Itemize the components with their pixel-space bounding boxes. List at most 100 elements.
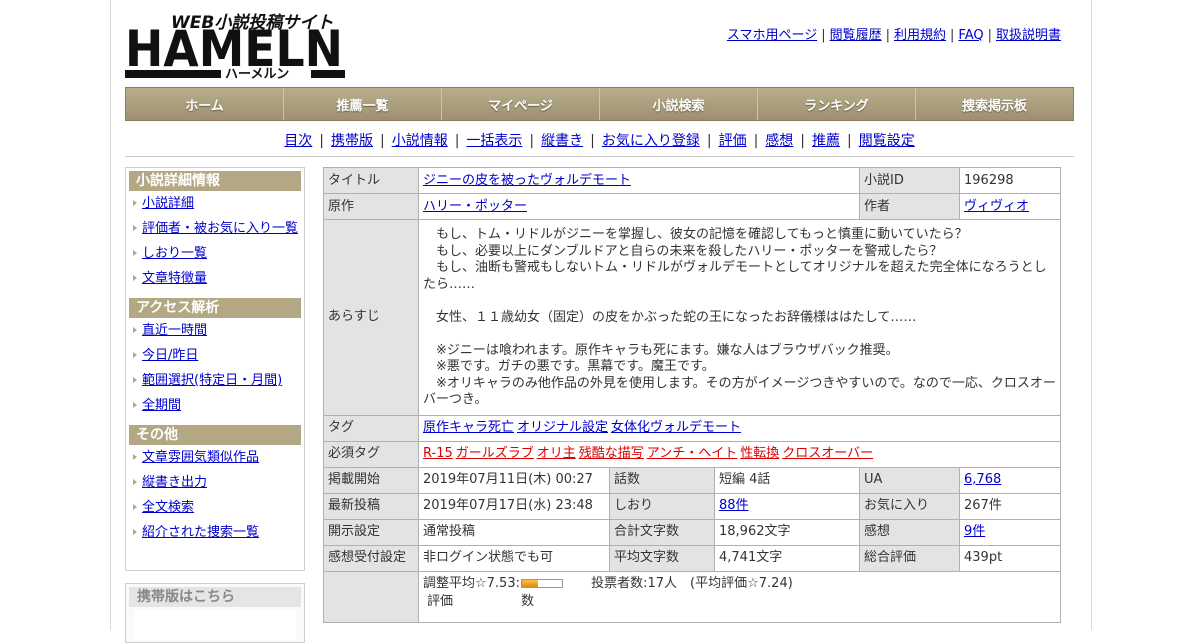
label-novel-id: 小説ID: [859, 167, 961, 194]
label-bookmark: しおり: [609, 492, 715, 520]
label-avg-chars: 平均文字数: [609, 544, 715, 572]
label-release: 開示設定: [323, 518, 419, 546]
voter-count: 投票者数:17人 (平均評価☆7.24): [591, 575, 793, 591]
sidebar-item-search-list[interactable]: 紹介された捜索一覧: [126, 520, 304, 545]
required-tag-link[interactable]: クロスオーバー: [782, 446, 873, 461]
subnav-settings[interactable]: 閲覧設定: [859, 133, 915, 149]
sidebar-heading-other: その他: [129, 425, 301, 445]
release-setting: 通常投稿: [418, 518, 610, 546]
mobile-heading: 携帯版はこちら: [129, 587, 301, 607]
subnav-favorite[interactable]: お気に入り登録: [602, 133, 700, 149]
required-tag-link[interactable]: オリ主: [537, 446, 576, 461]
tag-link[interactable]: オリジナル設定: [517, 420, 608, 435]
comments-link[interactable]: 9件: [964, 524, 985, 539]
hameln-logo[interactable]: WEB小説投稿サイト HAMELN ハーメルン: [125, 8, 345, 80]
sidebar-item-range[interactable]: 範囲選択(特定日・月間): [126, 368, 304, 393]
original-work-link[interactable]: ハリー・ポッター: [423, 199, 527, 214]
mobile-box: 携帯版はこちら: [125, 583, 305, 643]
rating-bar-fill: [521, 579, 538, 587]
subnav-vertical[interactable]: 縦書き: [541, 133, 583, 149]
top-links: スマホ用ページ | 閲覧履歴 | 利用規約 | FAQ | 取扱説明書: [726, 28, 1061, 43]
rating-bar: [520, 578, 563, 588]
required-tag-link[interactable]: 性転換: [740, 446, 779, 461]
toplink-smartphone[interactable]: スマホ用ページ: [727, 28, 817, 43]
label-total-eval: 総合評価: [859, 544, 961, 572]
subnav-toc[interactable]: 目次: [284, 133, 312, 149]
sidebar-item-all-period[interactable]: 全期間: [126, 393, 304, 418]
nav-mypage[interactable]: マイページ: [442, 88, 600, 120]
avg-chars: 4,741文字: [713, 544, 861, 572]
logo-kana: ハーメルン: [225, 67, 289, 80]
nav-search[interactable]: 小説検索: [600, 88, 758, 120]
label-title: タイトル: [323, 167, 419, 194]
required-tag-link[interactable]: アンチ・ヘイト: [647, 446, 737, 461]
bookmark-link[interactable]: 88件: [719, 498, 749, 513]
required-tag-link[interactable]: 残酷な描写: [579, 446, 644, 461]
label-episodes: 話数: [609, 466, 715, 494]
novel-id: 196298: [959, 167, 1062, 194]
adjusted-average: 調整平均☆7.53:: [423, 575, 520, 591]
label-rating-blank: [323, 570, 419, 623]
label-comment-accept: 感想受付設定: [323, 544, 419, 572]
total-eval: 439pt: [959, 544, 1062, 572]
sidebar-heading-details: 小説詳細情報: [129, 171, 301, 191]
sidebar-item-today[interactable]: 今日/昨日: [126, 343, 304, 368]
nav-board[interactable]: 捜索掲示板: [916, 88, 1073, 120]
label-synopsis: あらすじ: [323, 219, 419, 416]
subnav-all[interactable]: 一括表示: [466, 133, 522, 149]
label-total-chars: 合計文字数: [609, 518, 715, 546]
col-count: 数: [521, 593, 535, 609]
novel-title-link[interactable]: ジニーの皮を被ったヴォルデモート: [423, 173, 631, 188]
nav-ranking[interactable]: ランキング: [758, 88, 916, 120]
mobile-box-content: [134, 610, 296, 640]
label-original: 原作: [323, 193, 419, 220]
sidebar-item-similar[interactable]: 文章雰囲気類似作品: [126, 445, 304, 470]
sidebar-item-features[interactable]: 文章特徴量: [126, 266, 304, 291]
sidebar-item-details[interactable]: 小説詳細: [126, 191, 304, 216]
nav-recommend[interactable]: 推薦一覧: [284, 88, 442, 120]
nav-home[interactable]: ホーム: [126, 88, 284, 120]
sidebar: 小説詳細情報 小説詳細 評価者・被お気に入り一覧 しおり一覧 文章特徴量 アクセ…: [125, 167, 305, 571]
label-latest: 最新投稿: [323, 492, 419, 520]
required-tag-link[interactable]: R-15: [423, 446, 453, 461]
ua-link[interactable]: 6,768: [964, 472, 1001, 487]
total-chars: 18,962文字: [713, 518, 861, 546]
sidebar-heading-access: アクセス解析: [129, 298, 301, 318]
sidebar-item-evaluators[interactable]: 評価者・被お気に入り一覧: [126, 216, 304, 241]
tag-link[interactable]: 女体化ヴォルデモート: [611, 420, 741, 435]
toplink-faq[interactable]: FAQ: [958, 28, 983, 43]
sidebar-item-fulltext[interactable]: 全文検索: [126, 495, 304, 520]
comment-accept: 非ログイン状態でも可: [418, 544, 610, 572]
required-tag-link[interactable]: ガールズラブ: [456, 446, 534, 461]
latest-date: 2019年07月17日(水) 23:48: [418, 492, 610, 520]
synopsis-text: もし、トム・リドルがジニーを掌握し、彼女の記憶を確認してもっと慎重に動いていたら…: [423, 227, 1056, 407]
label-start: 掲載開始: [323, 466, 419, 494]
label-required-tags: 必須タグ: [323, 440, 419, 468]
novel-info-table: タイトル ジニーの皮を被ったヴォルデモート 小説ID 196298 原作 ハリー…: [323, 167, 1062, 623]
author-link[interactable]: ヴィヴィオ: [964, 199, 1029, 214]
tag-link[interactable]: 原作キャラ死亡: [423, 420, 514, 435]
toplink-manual[interactable]: 取扱説明書: [996, 28, 1061, 43]
label-tags: タグ: [323, 414, 419, 442]
subnav-mobile[interactable]: 携帯版: [331, 133, 373, 149]
divider: [125, 156, 1074, 157]
label-author: 作者: [859, 193, 961, 220]
subnav-info[interactable]: 小説情報: [392, 133, 448, 149]
sub-nav: 目次 | 携帯版 | 小説情報 | 一括表示 | 縦書き | お気に入り登録 | 評価 | 感想 | 推薦 | 閲覧…: [284, 133, 915, 149]
toplink-history[interactable]: 閲覧履歴: [830, 28, 882, 43]
subnav-recommend[interactable]: 推薦: [812, 133, 840, 149]
episodes: 短編 4話: [713, 466, 861, 494]
subnav-comments[interactable]: 感想: [765, 133, 793, 149]
label-comments: 感想: [859, 518, 961, 546]
col-eval: 評価: [427, 593, 454, 609]
sidebar-item-bookmarks[interactable]: しおり一覧: [126, 241, 304, 266]
start-date: 2019年07月11日(木) 00:27: [418, 466, 610, 494]
label-favorites: お気に入り: [859, 492, 961, 520]
sidebar-item-last-hour[interactable]: 直近一時間: [126, 318, 304, 343]
subnav-evaluate[interactable]: 評価: [719, 133, 747, 149]
label-ua: UA: [859, 466, 961, 494]
toplink-terms[interactable]: 利用規約: [894, 28, 946, 43]
favorites-count: 267件: [959, 492, 1062, 520]
sidebar-item-vertical-output[interactable]: 縦書き出力: [126, 470, 304, 495]
main-nav: ホーム 推薦一覧 マイページ 小説検索 ランキング 捜索掲示板: [125, 87, 1074, 121]
